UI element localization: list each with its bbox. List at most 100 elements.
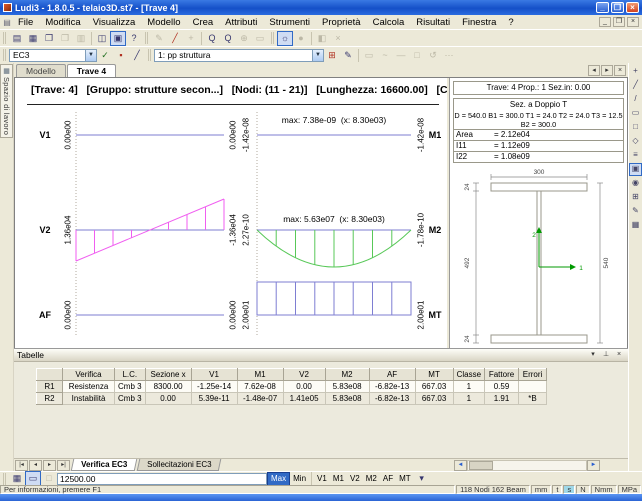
min-button[interactable]: Min — [290, 473, 309, 485]
zoom-frame-button[interactable]: ▭ — [252, 31, 268, 46]
pan-button[interactable]: ⊕ — [236, 31, 252, 46]
m1-toggle-button[interactable]: M1 — [330, 473, 347, 485]
row-header[interactable] — [37, 369, 63, 381]
peek-options-button[interactable]: □ — [41, 471, 57, 486]
loadcase-combo[interactable]: 1: pp struttura ▼ — [154, 49, 324, 62]
run-check-button[interactable]: ✓ — [97, 48, 113, 63]
scrollbar-track[interactable] — [467, 460, 587, 471]
unit-force[interactable]: N — [576, 485, 589, 494]
chevron-down-icon[interactable]: ▼ — [312, 50, 323, 61]
menu-modifica[interactable]: Modifica — [39, 16, 86, 29]
cell[interactable]: -1.48e-07 — [237, 393, 283, 405]
analysis-combo[interactable]: EC3 ▼ — [9, 49, 97, 62]
cell[interactable]: 667.03 — [415, 381, 453, 393]
menu-finestra[interactable]: Finestra — [456, 16, 502, 29]
render-button[interactable]: ● — [293, 31, 309, 46]
cell[interactable]: Resistenza — [63, 381, 115, 393]
sheet-tab-sollecitazioni-ec3[interactable]: Sollecitazioni EC3 — [137, 459, 222, 471]
pane-menu-icon[interactable]: ▾ — [587, 350, 599, 360]
cell[interactable]: 5.83e08 — [325, 393, 369, 405]
draw-tool-button-7[interactable]: ≡ — [629, 149, 642, 162]
draw-tool-button-11[interactable]: ✎ — [629, 205, 642, 218]
minimize-button[interactable]: _ — [596, 2, 609, 13]
menu-risultati[interactable]: Risultati — [410, 16, 456, 29]
tab-modello[interactable]: Modello — [16, 64, 66, 77]
copy-button[interactable]: ❐ — [41, 31, 57, 46]
draw-tool-button-3[interactable]: / — [629, 93, 642, 106]
menu-proprieta[interactable]: Proprietà — [316, 16, 367, 29]
tab-trave-4[interactable]: Trave 4 — [67, 64, 116, 77]
menu-attributi[interactable]: Attributi — [219, 16, 263, 29]
toolbar-grip[interactable] — [3, 49, 6, 61]
cell[interactable]: 5.83e08 — [325, 381, 369, 393]
peek-toggle-button[interactable]: ▭ — [25, 471, 41, 486]
toolbar-grip[interactable] — [145, 32, 148, 44]
scroll-left-icon[interactable]: ◄ — [454, 460, 467, 471]
bar-tool-button[interactable]: — — [393, 48, 409, 63]
zoom-in-button[interactable]: Q — [204, 31, 220, 46]
diagram-canvas[interactable]: [Trave: 4] [Gruppo: strutture secon...] … — [15, 78, 447, 348]
toolbar-grip[interactable] — [3, 32, 6, 44]
col-m2[interactable]: M2 — [325, 369, 369, 381]
save-button[interactable]: ▦ — [25, 31, 41, 46]
cell[interactable]: -1.25e-14 — [191, 381, 237, 393]
section-x-field[interactable] — [57, 473, 267, 485]
frame-tool-button[interactable]: ▭ — [361, 48, 377, 63]
view-window-button[interactable]: ◫ — [94, 31, 110, 46]
cell[interactable]: -6.82e-13 — [369, 381, 415, 393]
overflow-icon[interactable]: ▾ — [414, 471, 430, 486]
scrollbar-thumb[interactable] — [469, 461, 493, 470]
m2-toggle-button[interactable]: M2 — [363, 473, 380, 485]
v1-toggle-button[interactable]: V1 — [314, 473, 330, 485]
grid-button[interactable]: ⊞ — [324, 48, 340, 63]
cell[interactable]: 0.00 — [283, 381, 325, 393]
col-mt[interactable]: MT — [415, 369, 453, 381]
cell[interactable]: 8300.00 — [145, 381, 191, 393]
node-tool-button[interactable]: ▪ — [113, 48, 129, 63]
add-button[interactable]: + — [183, 31, 199, 46]
col-v2[interactable]: V2 — [283, 369, 325, 381]
col-verifica[interactable]: Verifica — [63, 369, 115, 381]
draw-tool-button-2[interactable]: ╱ — [629, 79, 642, 92]
draw-tool-button-6[interactable]: ◇ — [629, 135, 642, 148]
cell[interactable]: *B — [519, 393, 547, 405]
menu-visualizza[interactable]: Visualizza — [87, 16, 142, 29]
cell[interactable]: 1.41e05 — [283, 393, 325, 405]
copy-special-button[interactable]: ❐ — [57, 31, 73, 46]
cell[interactable]: 5.39e-11 — [191, 393, 237, 405]
context-help-button[interactable]: ? — [126, 31, 142, 46]
menu-strumenti[interactable]: Strumenti — [263, 16, 316, 29]
row-header[interactable]: R1 — [37, 381, 63, 393]
cell[interactable]: 7.62e-08 — [237, 381, 283, 393]
nav-last-icon[interactable]: ▸| — [57, 460, 70, 471]
split-view-button[interactable]: ◧ — [314, 31, 330, 46]
draw-tool-button-10[interactable]: ⊞ — [629, 191, 642, 204]
tab-scroll-left-icon[interactable]: ◂ — [588, 65, 600, 76]
draw-tool-button-8[interactable]: ▣ — [629, 163, 642, 176]
toolbar-grip[interactable] — [148, 49, 151, 61]
menu-modello[interactable]: Modello — [141, 16, 186, 29]
cell[interactable]: 667.03 — [415, 393, 453, 405]
max-button[interactable]: Max — [267, 472, 290, 486]
toolbar-grip[interactable] — [3, 473, 6, 485]
menu-help[interactable]: ? — [502, 16, 519, 29]
draw-tool-button-12[interactable]: ▦ — [629, 219, 642, 232]
light-button[interactable]: ☼ — [277, 31, 293, 46]
row-header[interactable]: R2 — [37, 393, 63, 405]
col-m1[interactable]: M1 — [237, 369, 283, 381]
v2-toggle-button[interactable]: V2 — [347, 473, 363, 485]
brush-button[interactable]: ✎ — [151, 31, 167, 46]
menu-calcola[interactable]: Calcola — [367, 16, 411, 29]
nav-prev-icon[interactable]: ◂ — [29, 460, 42, 471]
cell[interactable]: Cmb 3 — [115, 393, 146, 405]
undo-button[interactable]: ↺ — [425, 48, 441, 63]
cell[interactable]: -6.82e-13 — [369, 393, 415, 405]
box-tool-button[interactable]: □ — [409, 48, 425, 63]
mdi-close-button[interactable]: × — [627, 17, 639, 27]
pane-pin-icon[interactable]: ⊥ — [600, 350, 612, 360]
nav-next-icon[interactable]: ▸ — [43, 460, 56, 471]
cell[interactable]: 1 — [453, 393, 484, 405]
sheet-tab-verifica-ec3[interactable]: Verifica EC3 — [71, 459, 138, 471]
workspace-tab[interactable]: ▦ Spazio di lavoro — [0, 64, 13, 138]
draw-tool-button-5[interactable]: □ — [629, 121, 642, 134]
